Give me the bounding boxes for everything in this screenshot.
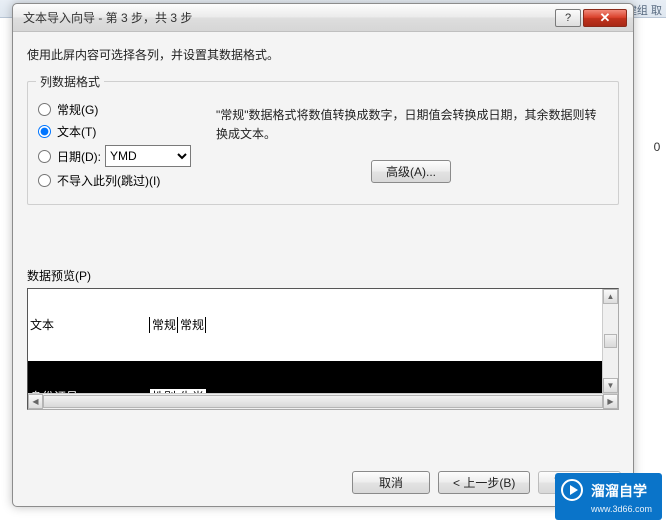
radio-skip-input[interactable]: [38, 174, 51, 187]
preview-label: 数据预览(P): [27, 267, 619, 284]
spreadsheet-cell: 0: [648, 140, 666, 160]
scroll-left-icon[interactable]: ◀: [28, 394, 43, 409]
radio-date-input[interactable]: [38, 150, 51, 163]
format-options: 常规(G) 文本(T) 日期(D): YMD: [36, 96, 212, 194]
advanced-button[interactable]: 高级(A)...: [371, 160, 451, 183]
radio-general[interactable]: 常规(G): [36, 101, 212, 118]
scroll-right-icon[interactable]: ▶: [603, 394, 618, 409]
scroll-thumb[interactable]: [43, 395, 603, 408]
column-format-group: 列数据格式 常规(G) 文本(T) 日期(D): YM: [27, 73, 619, 205]
play-icon: [561, 479, 583, 501]
scroll-up-icon[interactable]: ▲: [603, 289, 618, 304]
watermark: 溜溜自学 www.3d66.com: [555, 473, 662, 520]
scroll-down-icon[interactable]: ▼: [603, 378, 618, 393]
preview-data-rows: 身份证号性别生肖 132924198002093183女猴 1329241945…: [28, 361, 602, 393]
horizontal-scrollbar[interactable]: ◀ ▶: [28, 393, 618, 409]
close-button[interactable]: ✕: [583, 9, 627, 27]
radio-text[interactable]: 文本(T): [36, 123, 212, 140]
format-note: "常规"数据格式将数值转换成数字，日期值会转换成日期，其余数据则转换成文本。: [216, 106, 606, 144]
dialog-footer: 取消 < 上一步(B) 下一步(N) 完成(F): [13, 463, 633, 506]
preview-grid[interactable]: 文本 常规 常规 身份证号性别生肖 132924198002093183女猴 1…: [28, 289, 602, 393]
preview-header[interactable]: 常规: [178, 317, 206, 333]
dialog-content: 使用此屏内容可选择各列，并设置其数据格式。 列数据格式 常规(G) 文本(T) …: [13, 32, 633, 463]
back-button[interactable]: < 上一步(B): [438, 471, 530, 494]
dialog-title: 文本导入向导 - 第 3 步，共 3 步: [23, 9, 553, 26]
format-legend: 列数据格式: [36, 73, 104, 90]
help-button[interactable]: ?: [555, 9, 581, 27]
data-preview-box[interactable]: 文本 常规 常规 身份证号性别生肖 132924198002093183女猴 1…: [27, 288, 619, 410]
date-format-select[interactable]: YMD: [105, 145, 191, 167]
cancel-button[interactable]: 取消: [352, 471, 430, 494]
radio-skip[interactable]: 不导入此列(跳过)(I): [36, 172, 212, 189]
radio-text-input[interactable]: [38, 125, 51, 138]
preview-header[interactable]: 常规: [150, 317, 178, 333]
scroll-thumb[interactable]: [604, 334, 617, 348]
text-import-wizard-dialog: 文本导入向导 - 第 3 步，共 3 步 ? ✕ 使用此屏内容可选择各列，并设置…: [12, 3, 634, 507]
vertical-scrollbar[interactable]: ▲ ▼: [602, 289, 618, 393]
preview-header[interactable]: 文本: [28, 317, 150, 333]
radio-date[interactable]: 日期(D): YMD: [36, 145, 212, 167]
radio-general-input[interactable]: [38, 103, 51, 116]
titlebar[interactable]: 文本导入向导 - 第 3 步，共 3 步 ? ✕: [13, 4, 633, 32]
instruction-text: 使用此屏内容可选择各列，并设置其数据格式。: [27, 46, 619, 63]
preview-header-row[interactable]: 文本 常规 常规: [28, 317, 602, 333]
